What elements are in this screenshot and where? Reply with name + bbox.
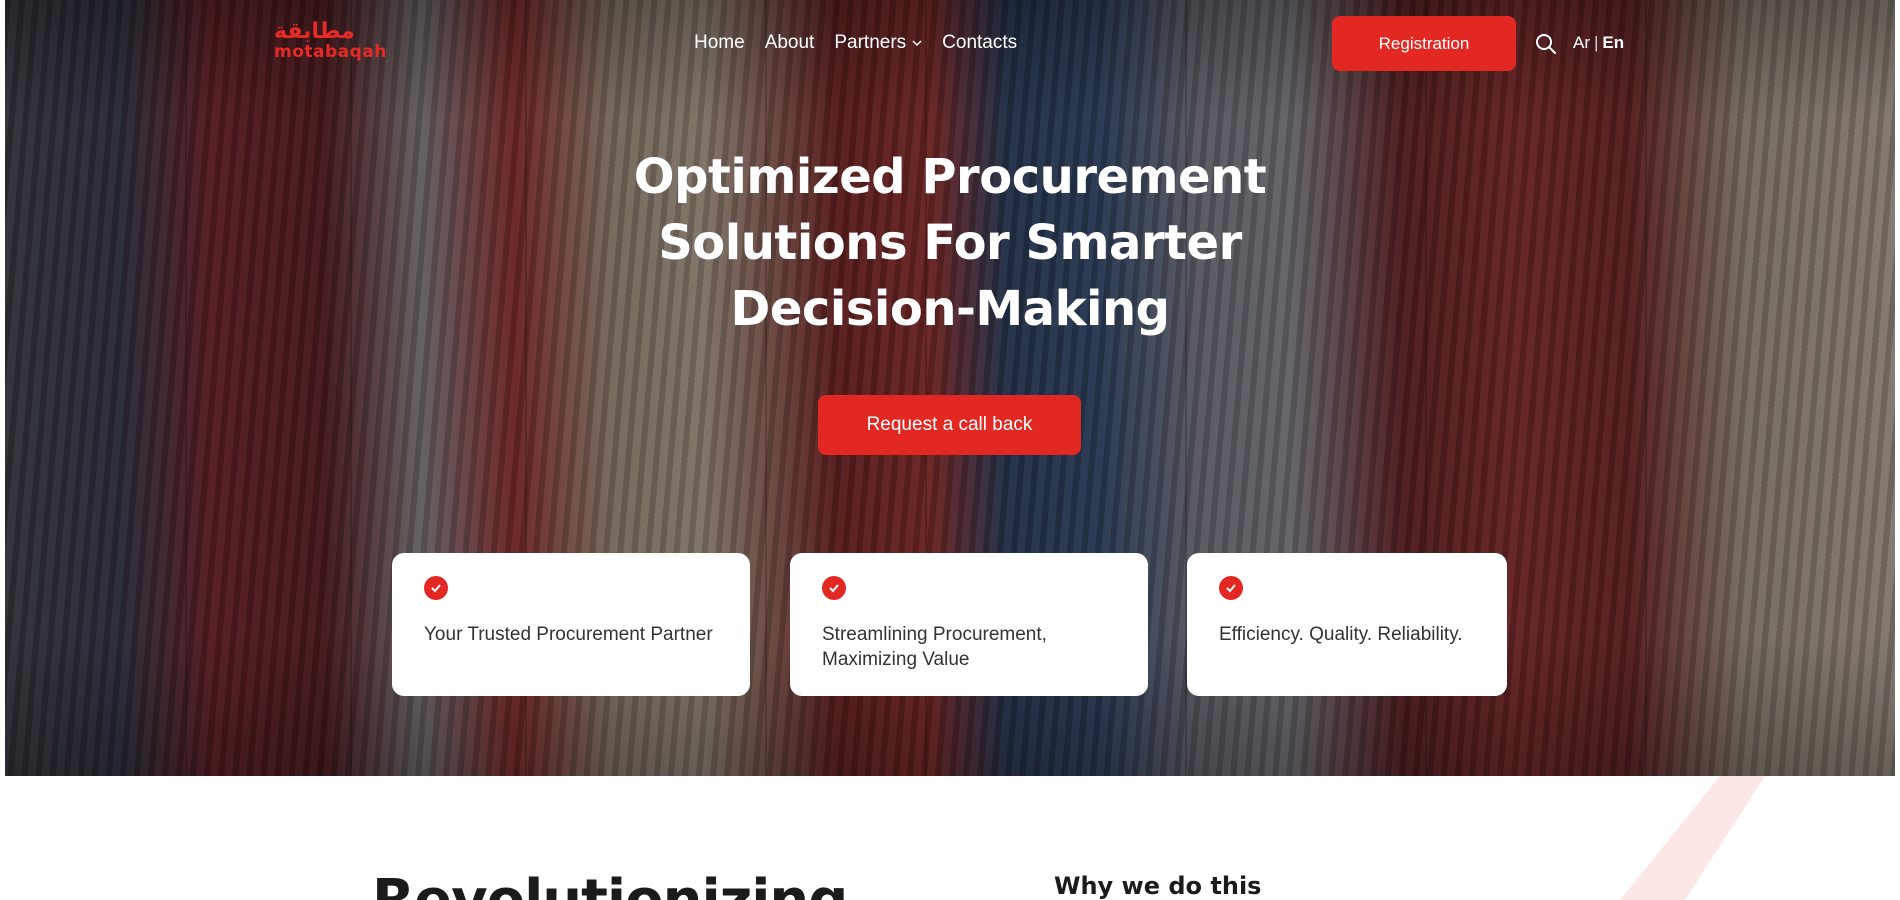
check-icon: [822, 576, 846, 600]
check-icon: [1219, 576, 1243, 600]
logo-arabic: مطابقة: [274, 19, 355, 44]
lang-ar[interactable]: Ar: [1573, 33, 1590, 53]
why-heading: Why we do this: [1054, 872, 1262, 900]
check-icon: [424, 576, 448, 600]
request-callback-button[interactable]: Request a call back: [818, 395, 1081, 455]
language-switcher: Ar | En: [1573, 33, 1624, 53]
nav-item-about[interactable]: About: [765, 32, 815, 54]
hero-headline: Optimized Procurement Solutions For Smar…: [560, 144, 1340, 342]
section-heading: Revolutionizing: [372, 868, 848, 900]
headline-line: Solutions For Smarter: [658, 215, 1242, 271]
feature-card: Streamlining Procurement, Maximizing Val…: [790, 553, 1148, 696]
registration-button[interactable]: Registration: [1332, 16, 1516, 71]
search-icon[interactable]: [1535, 33, 1557, 55]
nav-item-partners[interactable]: Partners: [834, 32, 922, 54]
nav-item-home[interactable]: Home: [694, 32, 745, 54]
logo-english: motabaqah: [274, 42, 387, 62]
feature-card-text: Efficiency. Quality. Reliability.: [1219, 624, 1463, 645]
lang-en[interactable]: En: [1602, 33, 1624, 53]
nav-item-label: Home: [694, 32, 745, 53]
chevron-down-icon: [912, 40, 922, 47]
headline-line: Optimized Procurement: [633, 149, 1267, 205]
headline-line: Decision-Making: [730, 281, 1170, 337]
feature-card-text: Streamlining Procurement, Maximizing Val…: [822, 624, 1047, 670]
nav-item-contacts[interactable]: Contacts: [942, 32, 1017, 54]
feature-card: Efficiency. Quality. Reliability.: [1187, 553, 1507, 696]
feature-card-text: Your Trusted Procurement Partner: [424, 624, 713, 645]
nav-item-label: Contacts: [942, 32, 1018, 53]
brand-logo[interactable]: مطابقة motabaqah: [274, 19, 414, 64]
decorative-slash: [1620, 776, 1765, 900]
nav-item-label: Partners: [834, 32, 907, 53]
feature-card: Your Trusted Procurement Partner: [392, 553, 750, 696]
nav-item-label: About: [764, 32, 815, 53]
main-nav: Home About Partners Contacts: [694, 31, 1017, 55]
lang-separator: |: [1594, 33, 1599, 52]
